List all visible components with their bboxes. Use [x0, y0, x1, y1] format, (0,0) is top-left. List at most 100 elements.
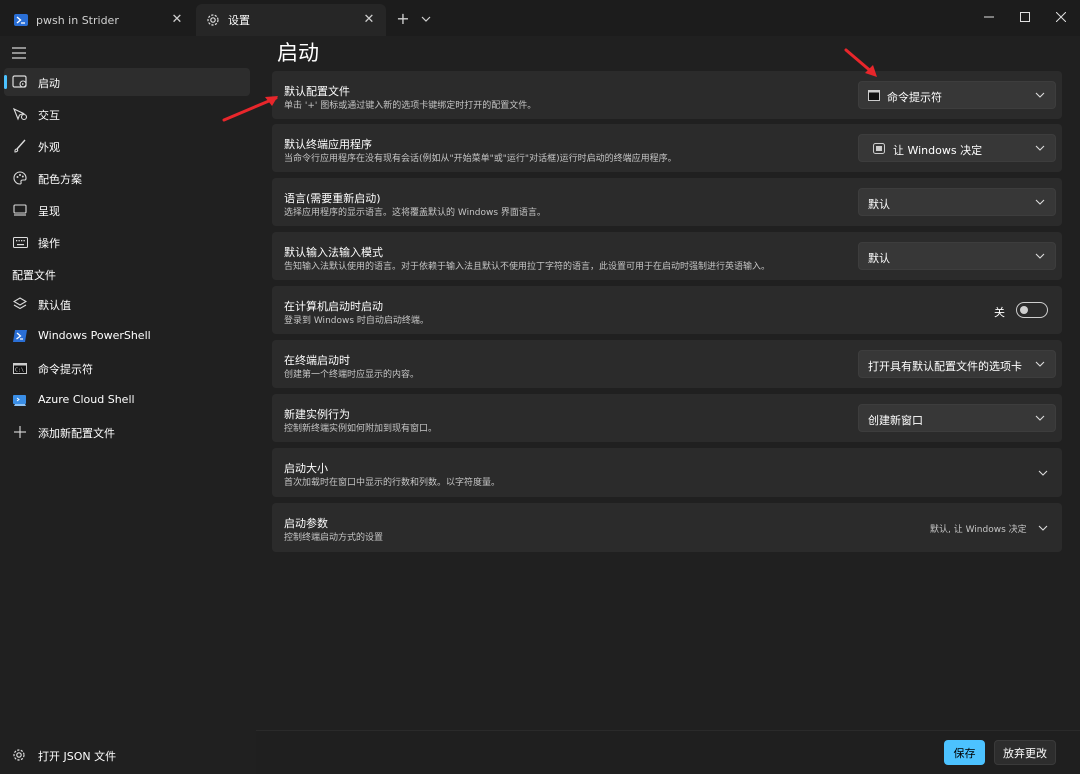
select-value: 默认 [868, 198, 890, 211]
sidebar-item-label: 交互 [38, 109, 60, 122]
annotation-arrow-right [844, 48, 877, 77]
sidebar-item-label: Windows PowerShell [38, 329, 151, 342]
setting-description: 当命令行应用程序在没有现有会话(例如从"开始菜单"或"运行"对话框)运行时启动的… [284, 154, 677, 164]
setting-title: 默认配置文件 [284, 85, 350, 98]
close-icon[interactable]: ✕ [362, 13, 376, 27]
sidebar-item-azure-cloud-shell[interactable]: Azure Cloud Shell [4, 386, 250, 414]
minimize-icon[interactable] [974, 6, 1004, 28]
appearance-brush-icon [12, 138, 28, 154]
gear-icon [12, 747, 28, 763]
annotation-arrow-left [222, 96, 278, 122]
chevron-down-icon[interactable] [418, 10, 434, 28]
setting-launch-parameters[interactable]: 启动参数 控制终端启动方式的设置 默认, 让 Windows 决定 [272, 503, 1062, 552]
color-palette-icon [12, 170, 28, 186]
sidebar-item-label: 命令提示符 [38, 363, 93, 376]
setting-title: 新建实例行为 [284, 408, 350, 421]
save-button[interactable]: 保存 [944, 740, 985, 765]
sidebar-item-rendering[interactable]: 呈现 [4, 196, 250, 224]
sidebar-item-color-schemes[interactable]: 配色方案 [4, 164, 250, 192]
setting-title: 启动参数 [284, 517, 328, 530]
rendering-monitor-icon [12, 202, 28, 218]
hamburger-menu-icon[interactable] [12, 44, 28, 59]
sidebar-item-command-prompt[interactable]: C:\ 命令提示符 [4, 354, 250, 382]
chevron-down-icon [1035, 361, 1045, 367]
sidebar-item-label: 外观 [38, 141, 60, 154]
sidebar-item-actions[interactable]: 操作 [4, 228, 250, 256]
gear-icon [206, 13, 220, 27]
setting-title: 在计算机启动时启动 [284, 300, 383, 313]
language-select[interactable]: 默认 [858, 188, 1056, 216]
setting-launch-on-startup: 在计算机启动时启动 登录到 Windows 时自动启动终端。 关 [272, 286, 1062, 334]
toggle-state-label: 关 [994, 306, 1005, 319]
title-bar: pwsh in Strider ✕ 设置 ✕ + [0, 0, 1080, 36]
select-value: 创建新窗口 [868, 414, 923, 427]
close-icon[interactable]: ✕ [170, 13, 184, 27]
svg-text:C:\: C:\ [15, 367, 24, 373]
azure-icon [12, 392, 28, 408]
open-json-label: 打开 JSON 文件 [38, 750, 117, 763]
launch-on-startup-toggle[interactable] [1016, 302, 1048, 318]
sidebar-item-defaults[interactable]: 默认值 [4, 290, 250, 318]
selection-indicator [4, 75, 7, 89]
setting-description: 登录到 Windows 时自动启动终端。 [284, 316, 429, 326]
on-start-select[interactable]: 打开具有默认配置文件的选项卡 [858, 350, 1056, 378]
cmd-icon: C:\ [12, 360, 28, 376]
setting-description: 创建第一个终端时应显示的内容。 [284, 370, 420, 380]
sidebar-item-label: Azure Cloud Shell [38, 393, 135, 406]
setting-title: 语言(需要重新启动) [284, 192, 381, 205]
powershell-icon [14, 13, 28, 27]
discard-changes-button[interactable]: 放弃更改 [994, 740, 1056, 765]
chevron-down-icon [1035, 415, 1045, 421]
close-icon[interactable] [1046, 6, 1076, 28]
interaction-icon [12, 106, 28, 122]
cmd-icon [868, 90, 880, 101]
chevron-down-icon[interactable] [1038, 469, 1048, 477]
plus-icon [12, 424, 28, 440]
sidebar-item-launch[interactable]: 启动 [4, 68, 250, 96]
maximize-icon[interactable] [1010, 6, 1040, 28]
select-value: 打开具有默认配置文件的选项卡 [868, 360, 1022, 373]
setting-title: 启动大小 [284, 462, 328, 475]
sidebar-item-label: 默认值 [38, 299, 71, 312]
toggle-knob [1020, 306, 1028, 314]
sidebar-item-appearance[interactable]: 外观 [4, 132, 250, 160]
sidebar-item-label: 配色方案 [38, 173, 82, 186]
setting-default-terminal-application: 默认终端应用程序 当命令行应用程序在没有现有会话(例如从"开始菜单"或"运行"对… [272, 124, 1062, 172]
open-json-file-button[interactable]: 打开 JSON 文件 [4, 742, 250, 768]
setting-title: 默认终端应用程序 [284, 138, 372, 151]
chevron-down-icon[interactable] [1038, 524, 1048, 532]
tab-settings[interactable]: 设置 ✕ [196, 4, 386, 36]
keyboard-icon [12, 234, 28, 250]
sidebar-item-label: 操作 [38, 237, 60, 250]
chevron-down-icon [1035, 145, 1045, 151]
tab-label: pwsh in Strider [36, 13, 119, 27]
new-tab-plus-icon[interactable]: + [394, 10, 412, 28]
chevron-down-icon [1035, 253, 1045, 259]
ime-input-mode-select[interactable]: 默认 [858, 242, 1056, 270]
sidebar-item-label: 呈现 [38, 205, 60, 218]
setting-default-profile: 默认配置文件 单击 '+' 图标或通过键入新的选项卡键绑定时打开的配置文件。 命… [272, 71, 1062, 119]
default-terminal-select[interactable]: 让 Windows 决定 [858, 134, 1056, 162]
default-profile-select[interactable]: 命令提示符 [858, 81, 1056, 109]
tab-pwsh[interactable]: pwsh in Strider ✕ [4, 4, 194, 36]
sidebar-item-label: 启动 [38, 77, 60, 90]
setting-language: 语言(需要重新启动) 选择应用程序的显示语言。这将覆盖默认的 Windows 界… [272, 178, 1062, 226]
setting-description: 告知输入法默认使用的语言。对于依赖于输入法且默认不使用拉丁字符的语言，此设置可用… [284, 262, 771, 272]
setting-title: 默认输入法输入模式 [284, 246, 383, 259]
sidebar-item-windows-powershell[interactable]: Windows PowerShell [4, 322, 250, 350]
chevron-down-icon [1035, 199, 1045, 205]
layers-icon [12, 296, 28, 312]
select-value: 默认 [868, 252, 890, 265]
page-title: 启动 [277, 41, 319, 65]
setting-new-instance-behavior: 新建实例行为 控制新终端实例如何附加到现有窗口。 创建新窗口 [272, 394, 1062, 442]
new-instance-select[interactable]: 创建新窗口 [858, 404, 1056, 432]
profiles-section-header: 配置文件 [12, 269, 56, 282]
setting-description: 选择应用程序的显示语言。这将覆盖默认的 Windows 界面语言。 [284, 208, 546, 218]
sidebar-item-interaction[interactable]: 交互 [4, 100, 250, 128]
select-value: 让 Windows 决定 [893, 144, 983, 157]
sidebar: 启动 交互 外观 配色方案 呈现 操作 配置文件 默认值 Windows Pow… [0, 36, 256, 774]
setting-description: 控制终端启动方式的设置 [284, 533, 384, 543]
sidebar-item-add-new-profile[interactable]: 添加新配置文件 [4, 418, 250, 446]
setting-launch-size[interactable]: 启动大小 首次加载时在窗口中显示的行数和列数。以字符度量。 [272, 448, 1062, 497]
setting-ime-input-mode: 默认输入法输入模式 告知输入法默认使用的语言。对于依赖于输入法且默认不使用拉丁字… [272, 232, 1062, 280]
